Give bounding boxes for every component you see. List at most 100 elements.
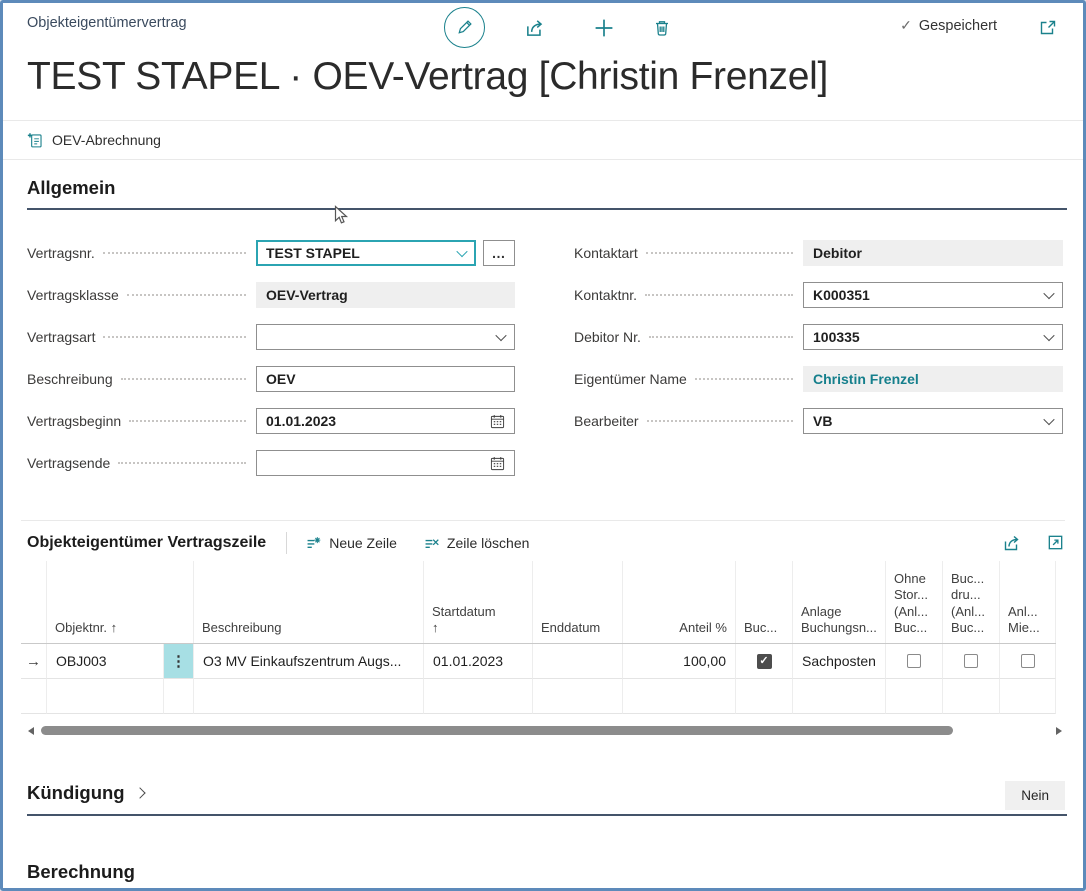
horizontal-scrollbar[interactable]	[21, 725, 1065, 738]
object-owner-contract-page: Objekteigentümervertrag ✓ Gespeichert TE…	[0, 0, 1086, 891]
lines-part-title: Objekteigentümer Vertragszeile	[27, 534, 266, 552]
vertragsbeginn-datefield[interactable]: 01.01.2023	[256, 408, 515, 434]
delete-line-button[interactable]: Zeile löschen	[423, 535, 530, 552]
action-label: OEV-Abrechnung	[52, 132, 161, 148]
form-left-column: Vertragsnr. TEST STAPEL … Vertragsklasse…	[27, 240, 515, 492]
cell-enddatum[interactable]	[533, 679, 623, 714]
field-label: Vertragsart	[27, 329, 95, 345]
active-row-indicator: →	[21, 644, 47, 679]
bearbeiter-combobox[interactable]: VB	[803, 408, 1063, 434]
column-header-selector	[21, 561, 47, 643]
column-header-buc[interactable]: Buc...	[736, 561, 793, 643]
field-value: 100335	[813, 329, 860, 345]
column-header-enddatum[interactable]: Enddatum	[533, 561, 623, 643]
vertragsende-datefield[interactable]	[256, 450, 515, 476]
column-header-objektnr[interactable]: Objektnr. ↑	[47, 561, 194, 643]
cell-anlage[interactable]: Sachposten	[793, 644, 886, 679]
field-label: Vertragsnr.	[27, 245, 95, 261]
field-kontaktnr: Kontaktnr. K000351	[574, 282, 1063, 308]
checkbox-checked[interactable]	[757, 654, 772, 669]
checkbox-unchecked[interactable]	[1021, 654, 1035, 668]
cell-enddatum[interactable]	[533, 644, 623, 679]
column-header-beschreibung[interactable]: Beschreibung	[194, 561, 424, 643]
field-vertragsart: Vertragsart	[27, 324, 515, 350]
column-header-anl-mie[interactable]: Anl... Mie...	[1000, 561, 1056, 643]
assist-edit-button[interactable]: …	[483, 240, 515, 266]
column-header-buc-dru[interactable]: Buc... dru... (Anl... Buc...	[943, 561, 1000, 643]
scrollbar-thumb[interactable]	[41, 726, 953, 735]
part-icon-group	[1002, 533, 1065, 553]
cell-objektnr[interactable]	[47, 679, 164, 714]
cell-buc-checkbox[interactable]	[736, 644, 793, 679]
cell-beschreibung[interactable]	[194, 679, 424, 714]
delete-line-icon	[423, 535, 440, 552]
cell-anl-mie-checkbox[interactable]	[1000, 644, 1056, 679]
scroll-left-arrow[interactable]	[28, 727, 34, 735]
form-right-column: Kontaktart Debitor Kontaktnr. K000351 De…	[574, 240, 1063, 450]
section-rule	[27, 814, 1067, 816]
open-in-window-icon[interactable]	[1037, 17, 1059, 39]
cell-anteil[interactable]: 100,00	[623, 644, 736, 679]
owner-name-link[interactable]: Christin Frenzel	[813, 371, 919, 387]
chevron-down-icon[interactable]	[1043, 414, 1054, 425]
cell-ohne-stor-checkbox[interactable]	[886, 644, 943, 679]
delete-icon[interactable]	[651, 16, 673, 40]
field-vertragsbeginn: Vertragsbeginn 01.01.2023	[27, 408, 515, 434]
debitor-nr-combobox[interactable]: 100335	[803, 324, 1063, 350]
dotted-leader	[127, 294, 246, 296]
column-header-startdatum[interactable]: Startdatum ↑	[424, 561, 533, 643]
section-title-allgemein[interactable]: Allgemein	[27, 177, 115, 199]
cell-startdatum[interactable]: 01.01.2023	[424, 644, 533, 679]
lines-table-header: Objektnr. ↑ Beschreibung Startdatum ↑ En…	[21, 561, 1056, 644]
share-icon[interactable]	[1002, 533, 1022, 553]
cell-ohne-stor[interactable]	[886, 679, 943, 714]
cell-anl-mie[interactable]	[1000, 679, 1056, 714]
dotted-leader	[649, 336, 793, 338]
cell-objektnr[interactable]: OBJ003	[47, 644, 164, 679]
saved-label: Gespeichert	[919, 18, 997, 34]
add-icon[interactable]	[591, 15, 617, 41]
chevron-down-icon[interactable]	[1043, 330, 1054, 341]
scroll-right-arrow[interactable]	[1056, 727, 1062, 735]
kontaktnr-combobox[interactable]: K000351	[803, 282, 1063, 308]
cell-anlage[interactable]	[793, 679, 886, 714]
breadcrumb[interactable]: Objekteigentümervertrag	[27, 15, 187, 31]
edit-pencil-icon[interactable]	[444, 7, 485, 48]
row-menu-icon[interactable]: ⋮	[164, 644, 194, 679]
dotted-leader	[695, 378, 793, 380]
check-icon: ✓	[900, 17, 912, 34]
checkbox-unchecked[interactable]	[964, 654, 978, 668]
vertragsart-combobox[interactable]	[256, 324, 515, 350]
dotted-leader	[121, 378, 246, 380]
chevron-down-icon[interactable]	[1043, 288, 1054, 299]
column-header-anlage[interactable]: Anlage Buchungsn...	[793, 561, 886, 643]
field-vertragsnr: Vertragsnr. TEST STAPEL …	[27, 240, 515, 266]
field-value: 01.01.2023	[266, 413, 336, 429]
cell-anteil[interactable]	[623, 679, 736, 714]
section-title-berechnung[interactable]: Berechnung	[27, 861, 135, 883]
field-value: OEV	[266, 371, 296, 387]
calendar-icon[interactable]	[490, 456, 505, 471]
new-line-button[interactable]: Neue Zeile	[305, 535, 397, 552]
vertragsnr-combobox[interactable]: TEST STAPEL	[256, 240, 476, 266]
calendar-icon[interactable]	[490, 414, 505, 429]
field-kontaktart: Kontaktart Debitor	[574, 240, 1063, 266]
field-eigentuemer-name: Eigentümer Name Christin Frenzel	[574, 366, 1063, 392]
column-header-ohne-stor[interactable]: Ohne Stor... (Anl... Buc...	[886, 561, 943, 643]
cell-buc-dru[interactable]	[943, 679, 1000, 714]
page-title: TEST STAPEL · OEV-Vertrag [Christin Fren…	[27, 55, 828, 99]
share-icon[interactable]	[523, 16, 547, 40]
cell-buc-dru-checkbox[interactable]	[943, 644, 1000, 679]
open-in-window-icon[interactable]	[1046, 533, 1065, 553]
beschreibung-input[interactable]: OEV	[256, 366, 515, 392]
chevron-down-icon[interactable]	[495, 330, 506, 341]
oev-abrechnung-action[interactable]: OEV-Abrechnung	[27, 132, 161, 149]
checkbox-unchecked[interactable]	[907, 654, 921, 668]
cell-buc[interactable]	[736, 679, 793, 714]
cell-startdatum[interactable]	[424, 679, 533, 714]
kuendigung-nein-button[interactable]: Nein	[1005, 781, 1065, 810]
cell-beschreibung[interactable]: O3 MV Einkaufszentrum Augs...	[194, 644, 424, 679]
column-header-anteil[interactable]: Anteil %	[623, 561, 736, 643]
section-title-kuendigung[interactable]: Kündigung	[27, 782, 144, 804]
chevron-down-icon[interactable]	[456, 246, 467, 257]
